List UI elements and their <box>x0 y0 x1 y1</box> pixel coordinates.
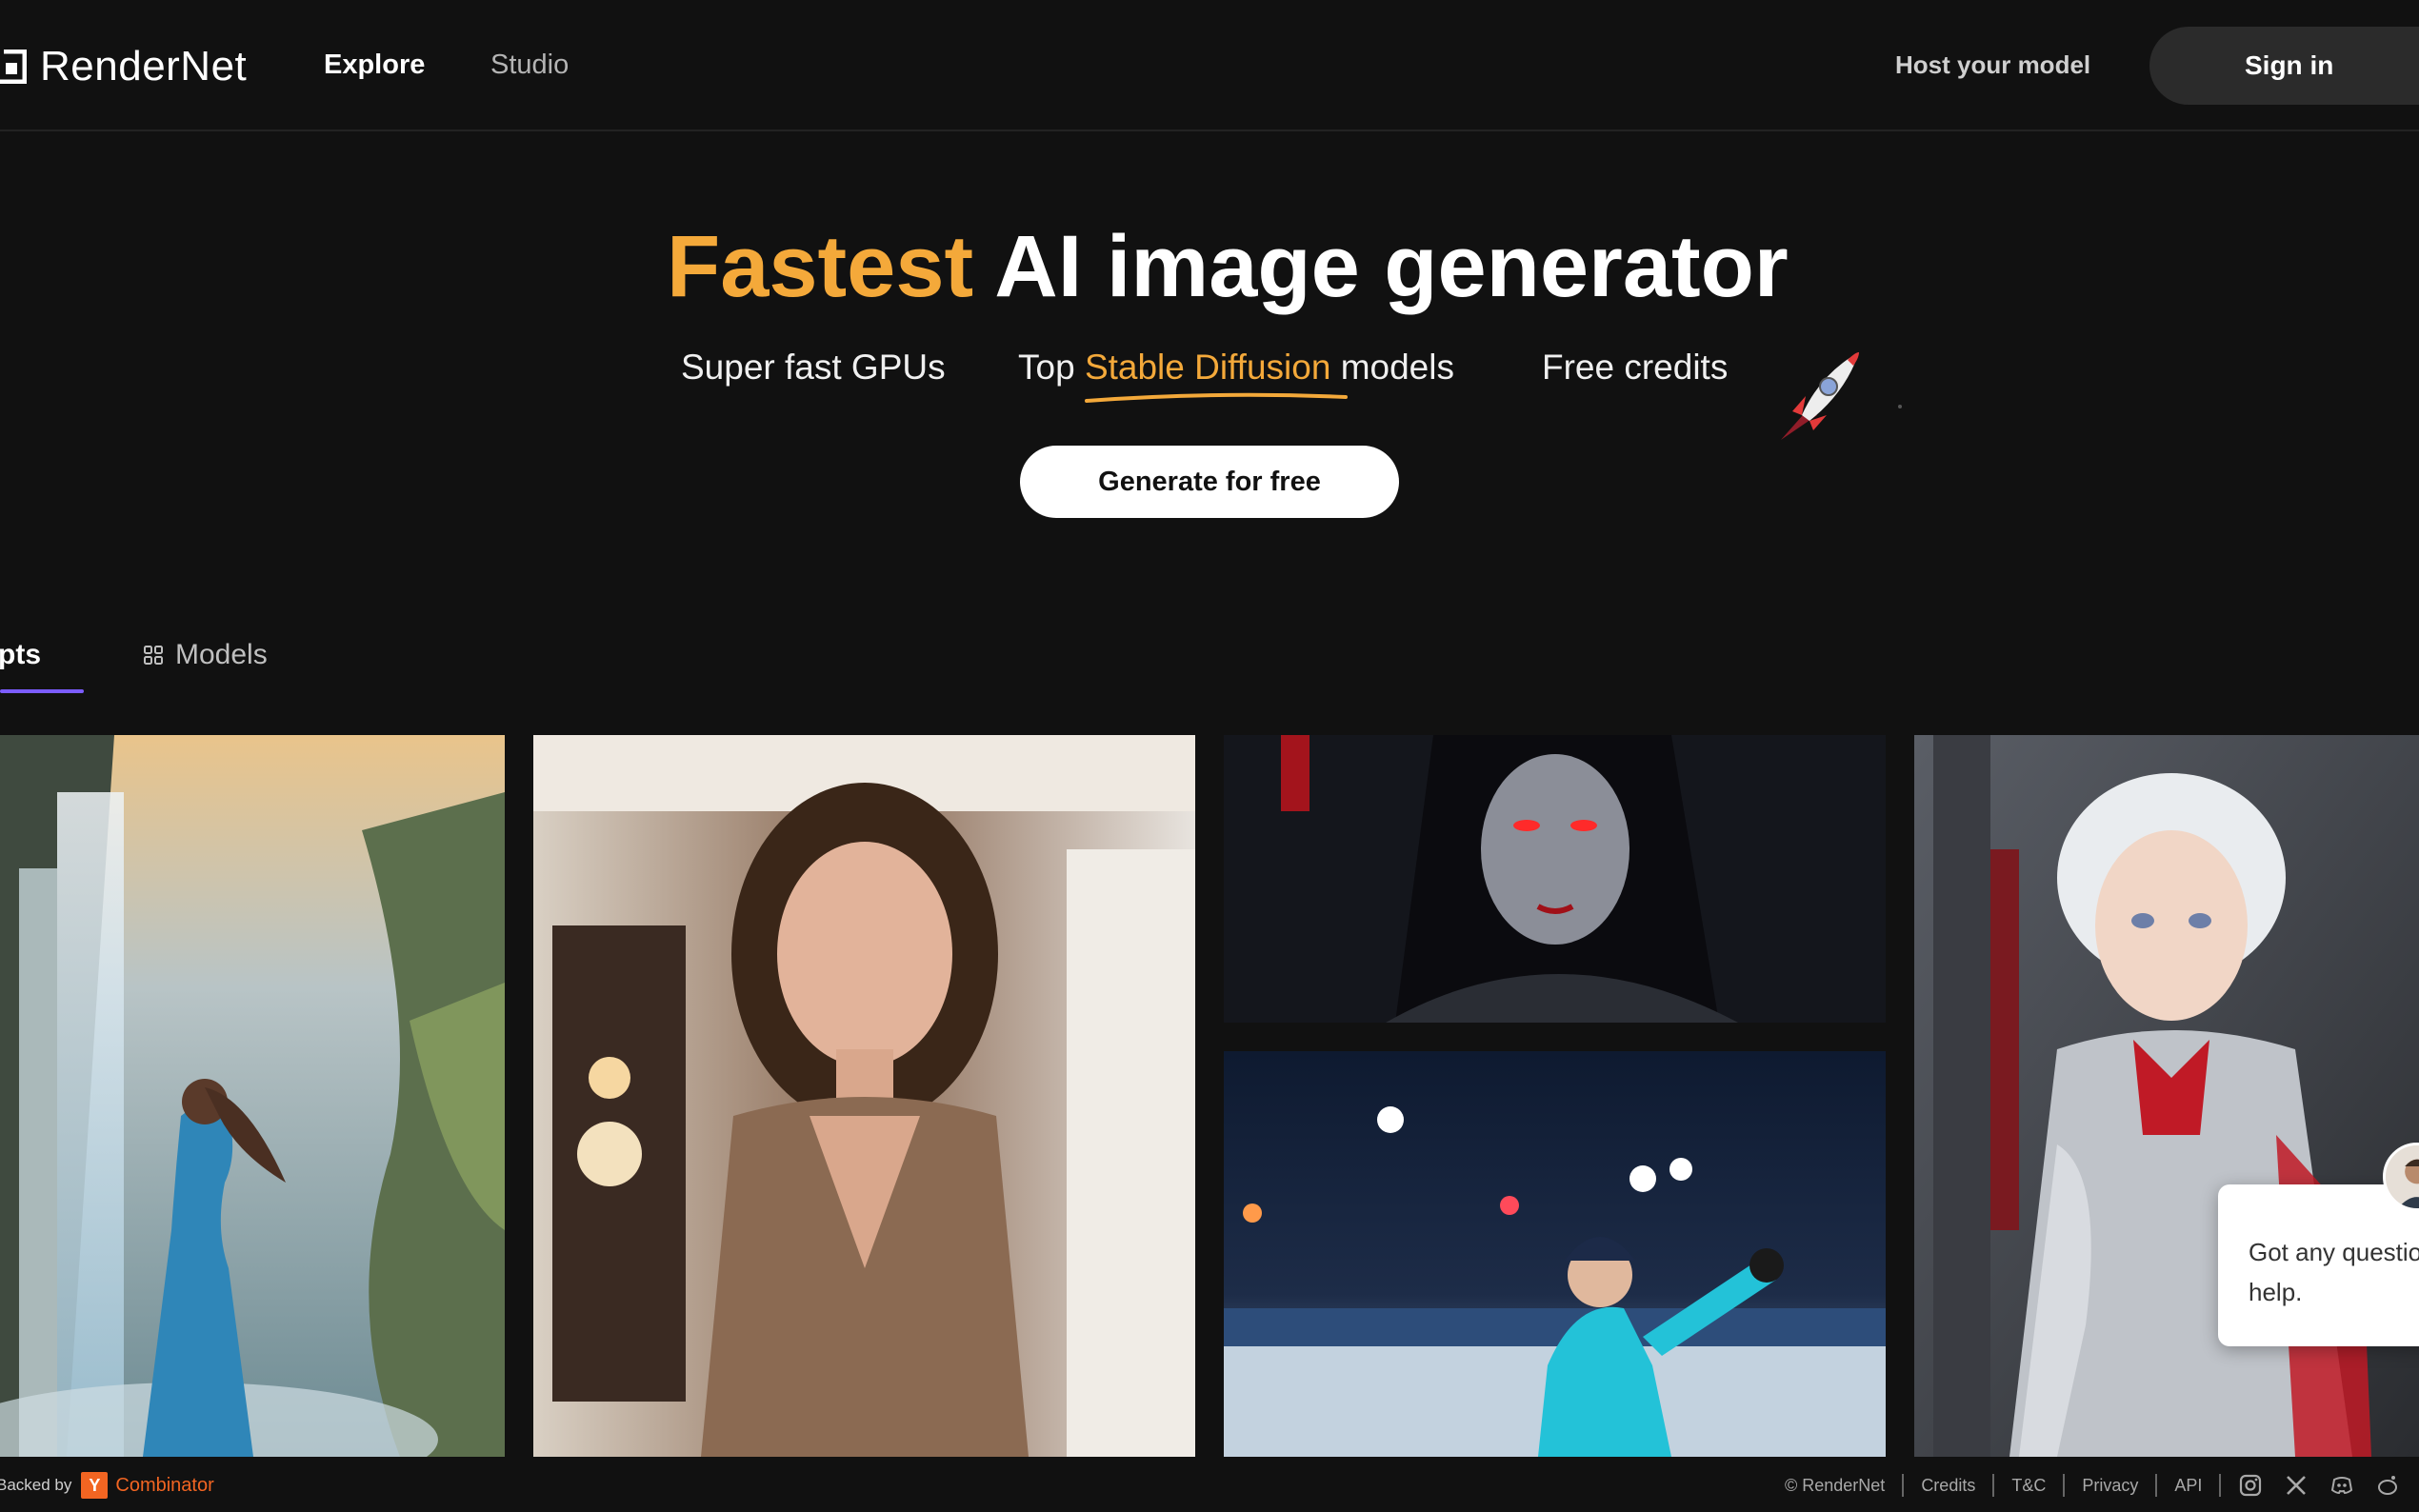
footer-links: © RenderNet Credits T&C Privacy API <box>1785 1470 2400 1501</box>
rocket-icon <box>1781 352 1859 440</box>
top-header: RenderNet Explore Studio Host your model… <box>0 0 2419 131</box>
backed-by-label: Backed by <box>0 1476 72 1494</box>
footer-divider <box>2155 1474 2158 1497</box>
chat-message-line2: help. <box>2249 1278 2303 1306</box>
y-combinator-logo-icon: Y <box>81 1472 109 1499</box>
tab-prompts[interactable]: pts <box>0 636 41 674</box>
gallery-image-waterfall[interactable] <box>0 735 505 1457</box>
tab-models-label: Models <box>175 639 268 670</box>
footer-divider <box>1992 1474 1995 1497</box>
brand-logo[interactable]: RenderNet <box>0 40 247 93</box>
chat-message-line1: Got any questio <box>2249 1238 2419 1266</box>
gallery-image-portrait-woman[interactable] <box>533 735 1195 1457</box>
host-your-model-link[interactable]: Host your model <box>1895 48 2090 82</box>
hero-title-rest: AI image generator <box>994 218 1789 315</box>
feature-sd-prefix: Top <box>1018 348 1085 387</box>
gallery-image-vampire[interactable] <box>1224 735 1886 1023</box>
tab-models[interactable]: Models <box>143 636 268 674</box>
highlight-underline <box>1085 392 1348 403</box>
decorative-dot <box>1898 405 1902 408</box>
rendernet-logo-icon <box>0 50 27 84</box>
hero-title: Fastest AI image generator <box>667 219 1789 314</box>
gallery-image-ice-skater[interactable] <box>1224 1051 1886 1457</box>
reddit-icon[interactable] <box>2375 1473 2400 1498</box>
feature-sd-models: Top Stable Diffusion models <box>1018 348 1454 388</box>
generate-for-free-button[interactable]: Generate for free <box>1020 446 1399 518</box>
feature-fast-gpus: Super fast GPUs <box>681 348 946 387</box>
footer-divider <box>2219 1474 2222 1497</box>
discord-icon[interactable] <box>2329 1473 2354 1498</box>
backed-by-yc[interactable]: Backed by Y Combinator <box>0 1470 214 1501</box>
y-combinator-name: Combinator <box>115 1474 214 1496</box>
active-tab-indicator <box>0 689 84 693</box>
gallery-image-android-girl[interactable] <box>1914 735 2419 1457</box>
footer-divider <box>1902 1474 1905 1497</box>
hero-title-accent: Fastest <box>667 218 974 315</box>
footer-link-terms[interactable]: T&C <box>2011 1476 2046 1496</box>
support-chat-popup[interactable]: Got any questio help. <box>2218 1184 2419 1346</box>
nav-explore[interactable]: Explore <box>324 46 425 84</box>
feature-sd-suffix: models <box>1330 348 1454 387</box>
nav-studio[interactable]: Studio <box>490 46 569 84</box>
footer-link-credits[interactable]: Credits <box>1921 1476 1975 1496</box>
footer-copyright: © RenderNet <box>1785 1475 1886 1495</box>
footer-link-api[interactable]: API <box>2174 1476 2202 1496</box>
footer-link-privacy[interactable]: Privacy <box>2082 1476 2138 1496</box>
sign-in-button[interactable]: Sign in <box>2149 27 2419 105</box>
feature-sd-highlight: Stable Diffusion <box>1084 348 1331 387</box>
footer-divider <box>2063 1474 2066 1497</box>
x-twitter-icon[interactable] <box>2284 1473 2309 1498</box>
brand-name: RenderNet <box>40 43 248 90</box>
grid-icon <box>144 646 163 665</box>
instagram-icon[interactable] <box>2238 1473 2263 1498</box>
footer: Backed by Y Combinator © RenderNet Credi… <box>0 1457 2419 1512</box>
feature-free-credits: Free credits <box>1542 348 1729 387</box>
